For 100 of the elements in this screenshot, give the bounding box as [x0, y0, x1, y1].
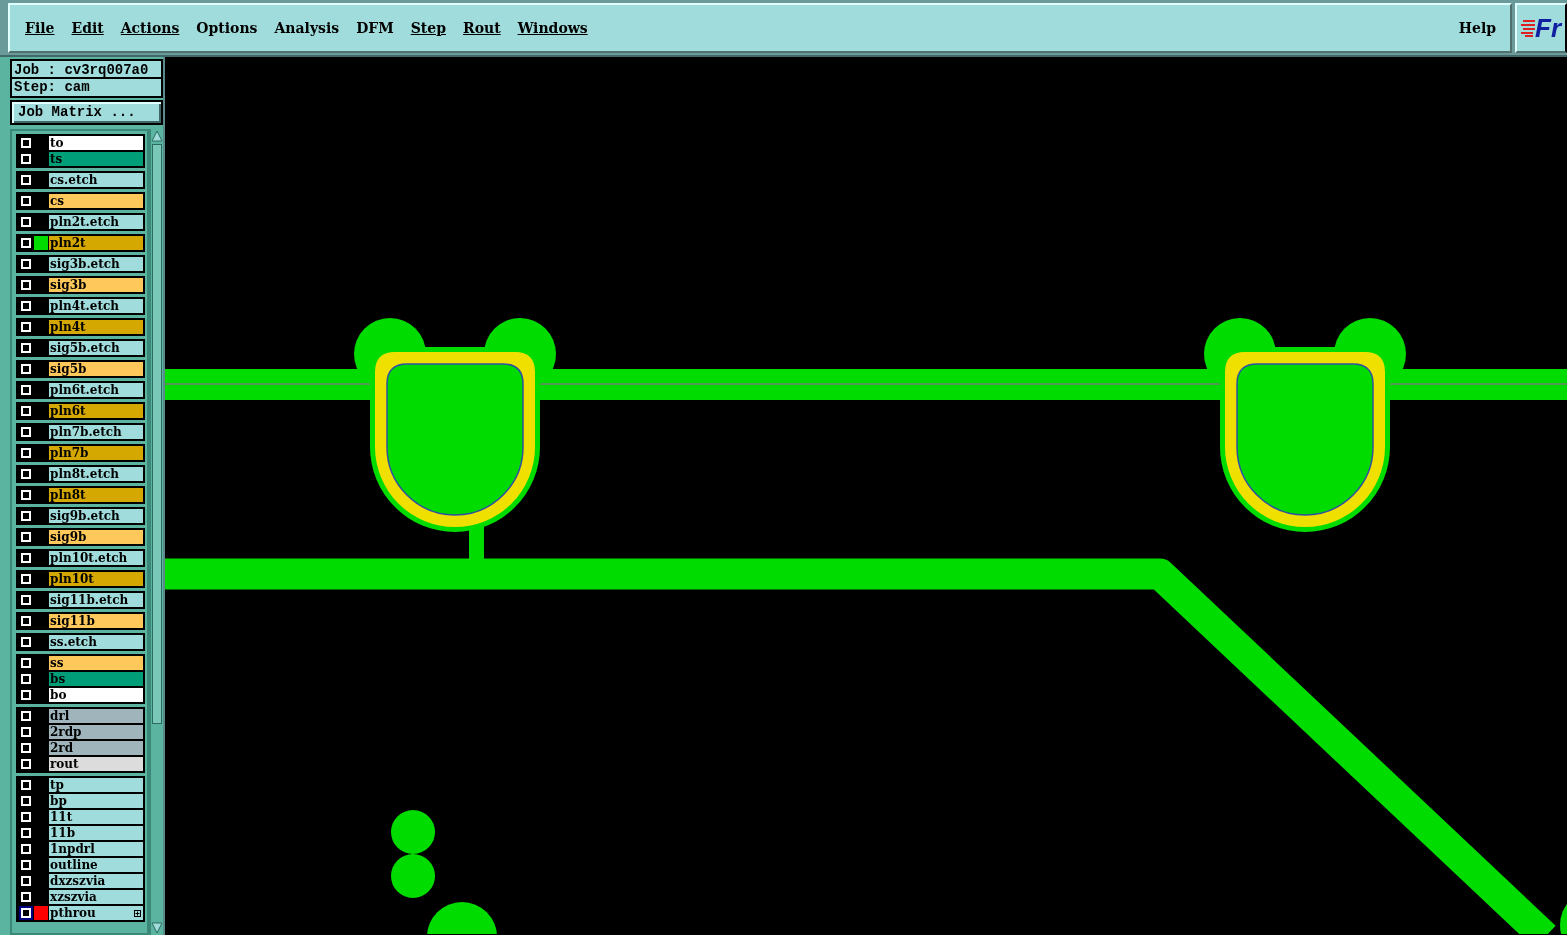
layer-name[interactable]: drl: [49, 709, 143, 723]
layer-visibility-box[interactable]: [19, 446, 33, 460]
layer-name[interactable]: pln7b: [49, 446, 143, 460]
menu-item[interactable]: Windows: [517, 17, 588, 39]
layer-visibility-box[interactable]: [19, 725, 33, 739]
layer-visibility-box[interactable]: [19, 757, 33, 771]
layer-visibility-box[interactable]: [19, 215, 33, 229]
layer-name[interactable]: pln6t.etch: [49, 383, 143, 397]
layer-visibility-box[interactable]: [19, 810, 33, 824]
layer-name[interactable]: outline: [49, 858, 143, 872]
menu-item[interactable]: Options: [196, 17, 258, 39]
layer-visibility-box[interactable]: [19, 741, 33, 755]
layer-name[interactable]: ts: [49, 152, 143, 166]
layer-visibility-box[interactable]: [19, 635, 33, 649]
layer-name[interactable]: xzszvia: [49, 890, 143, 904]
layer-visibility-box[interactable]: [19, 656, 33, 670]
layer-visibility-box[interactable]: [19, 874, 33, 888]
layer-name[interactable]: bp: [49, 794, 143, 808]
layer-name[interactable]: pln8t.etch: [49, 467, 143, 481]
layer-name[interactable]: sig11b.etch: [49, 593, 143, 607]
layer-name[interactable]: sig5b: [49, 362, 143, 376]
layer-visibility-box[interactable]: [19, 530, 33, 544]
layer-visibility-box[interactable]: [19, 709, 33, 723]
menu-item[interactable]: Actions: [120, 17, 180, 39]
layer-name[interactable]: sig9b.etch: [49, 509, 143, 523]
job-label: Job : cv3rq007a0: [12, 61, 161, 79]
layer-visibility-box[interactable]: [19, 826, 33, 840]
layer-visibility-box[interactable]: [19, 383, 33, 397]
layer-name[interactable]: pthrou: [49, 906, 143, 920]
expand-icon[interactable]: [134, 909, 141, 917]
layer-visibility-box[interactable]: [19, 194, 33, 208]
scroll-up-icon[interactable]: [151, 129, 163, 143]
layer-name[interactable]: cs: [49, 194, 143, 208]
layer-name[interactable]: pln4t.etch: [49, 299, 143, 313]
layer-visibility-box[interactable]: [19, 320, 33, 334]
layer-visibility-box[interactable]: [19, 890, 33, 904]
layer-visibility-box[interactable]: [19, 593, 33, 607]
layer-visibility-box[interactable]: [19, 299, 33, 313]
layer-visibility-box[interactable]: [19, 425, 33, 439]
menu-item[interactable]: Analysis: [274, 17, 340, 39]
layer-visibility-box[interactable]: [19, 794, 33, 808]
layer-name[interactable]: sig3b.etch: [49, 257, 143, 271]
layer-name[interactable]: 11t: [49, 810, 143, 824]
layer-name[interactable]: pln8t: [49, 488, 143, 502]
layer-visibility-box[interactable]: [19, 404, 33, 418]
layer-visibility-box[interactable]: [19, 257, 33, 271]
job-matrix-button[interactable]: Job Matrix ...: [10, 100, 163, 125]
layer-name[interactable]: 1npdrl: [49, 842, 143, 856]
layer-name[interactable]: 2rdp: [49, 725, 143, 739]
layer-name[interactable]: ss.etch: [49, 635, 143, 649]
layer-name[interactable]: 11b: [49, 826, 143, 840]
layer-visibility-box[interactable]: [19, 467, 33, 481]
layer-visibility-box[interactable]: [19, 362, 33, 376]
menu-item[interactable]: DFM: [356, 17, 394, 39]
layer-visibility-box[interactable]: [19, 236, 33, 250]
layer-visibility-box[interactable]: [19, 778, 33, 792]
menu-item[interactable]: Step: [410, 17, 446, 39]
menu-item[interactable]: Edit: [71, 17, 104, 39]
via-pad: [391, 810, 435, 854]
layer-name[interactable]: pln2t.etch: [49, 215, 143, 229]
layer-visibility-box[interactable]: [19, 906, 33, 920]
layer-name[interactable]: cs.etch: [49, 173, 143, 187]
layer-name[interactable]: pln7b.etch: [49, 425, 143, 439]
layer-visibility-box[interactable]: [19, 614, 33, 628]
menu-item[interactable]: Help: [1458, 17, 1496, 39]
layer-name[interactable]: bo: [49, 688, 143, 702]
speed-lines-icon: [1521, 18, 1535, 38]
layer-visibility-box[interactable]: [19, 341, 33, 355]
layer-name[interactable]: tp: [49, 778, 143, 792]
menu-item[interactable]: Rout: [463, 17, 501, 39]
layer-visibility-box[interactable]: [19, 509, 33, 523]
logo: Fr: [1515, 3, 1567, 53]
layer-name[interactable]: pln10t.etch: [49, 551, 143, 565]
layer-name[interactable]: bs: [49, 672, 143, 686]
layer-name[interactable]: pln6t: [49, 404, 143, 418]
layer-visibility-box[interactable]: [19, 136, 33, 150]
layer-visibility-box[interactable]: [19, 842, 33, 856]
layer-name[interactable]: ss: [49, 656, 143, 670]
layer-name[interactable]: pln4t: [49, 320, 143, 334]
layer-visibility-box[interactable]: [19, 688, 33, 702]
layer-visibility-box[interactable]: [19, 672, 33, 686]
scroll-down-icon[interactable]: [151, 921, 163, 935]
layer-visibility-box[interactable]: [19, 173, 33, 187]
layer-visibility-box[interactable]: [19, 572, 33, 586]
layer-name[interactable]: dxzszvia: [49, 874, 143, 888]
layer-visibility-box[interactable]: [19, 278, 33, 292]
layer-visibility-box[interactable]: [19, 551, 33, 565]
layer-name[interactable]: sig3b: [49, 278, 143, 292]
layer-visibility-box[interactable]: [19, 488, 33, 502]
layer-name[interactable]: pln2t: [49, 236, 143, 250]
layer-visibility-box[interactable]: [19, 152, 33, 166]
layer-name[interactable]: rout: [49, 757, 143, 771]
layer-name[interactable]: pln10t: [49, 572, 143, 586]
layer-name[interactable]: 2rd: [49, 741, 143, 755]
layer-name[interactable]: sig11b: [49, 614, 143, 628]
layer-visibility-box[interactable]: [19, 858, 33, 872]
layer-name[interactable]: to: [49, 136, 143, 150]
layer-name[interactable]: sig9b: [49, 530, 143, 544]
layer-name[interactable]: sig5b.etch: [49, 341, 143, 355]
menu-item[interactable]: File: [25, 17, 55, 39]
